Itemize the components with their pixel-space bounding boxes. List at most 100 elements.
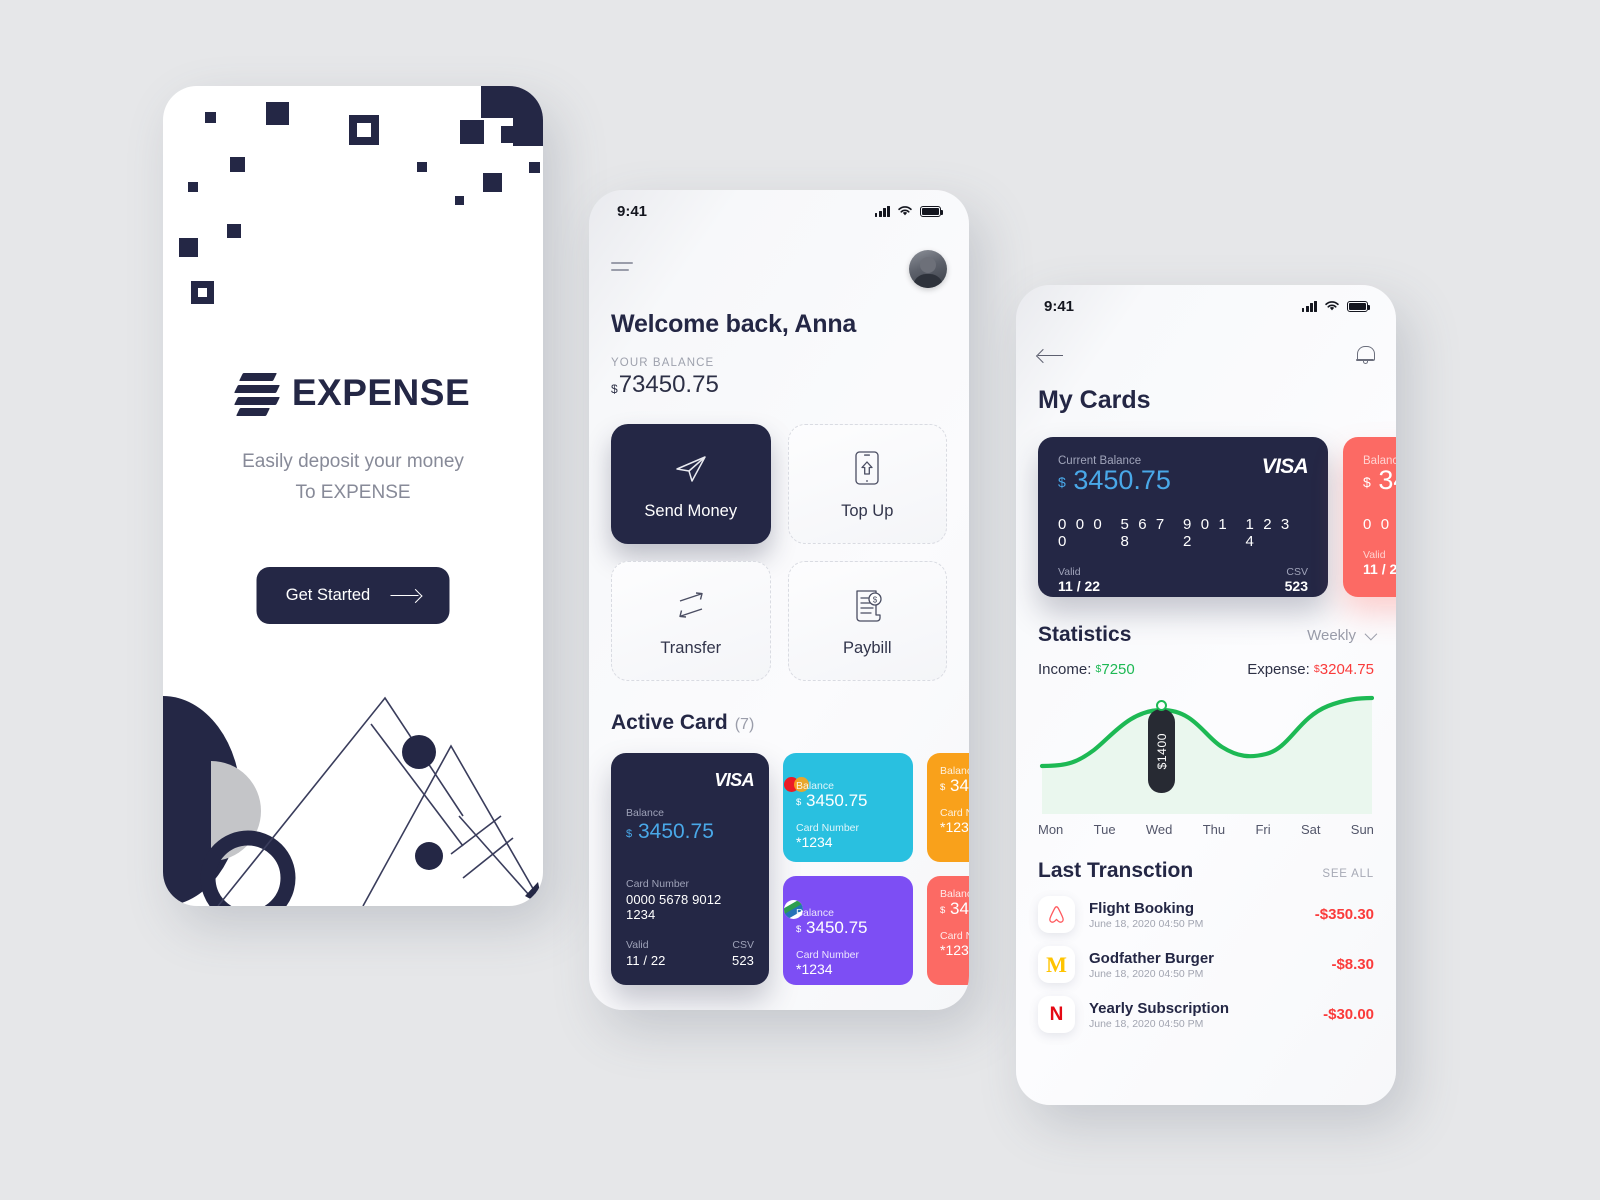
paybill-button[interactable]: $ Paybill [787, 561, 947, 681]
mini-card-number: *1234 [940, 942, 969, 958]
statistics-title: Statistics [1038, 623, 1132, 646]
cards-carousel[interactable]: VISA Balance $ 3450.75 Card Number 0000 … [611, 753, 969, 985]
transaction-row[interactable]: M Godfather Burger June 18, 2020 04:50 P… [1038, 946, 1374, 983]
status-time: 9:41 [1044, 297, 1075, 315]
decorative-mountains-graphic [163, 656, 543, 906]
x-tick: Sun [1350, 822, 1374, 837]
mini-card-balance-label: Balance [796, 907, 834, 919]
mini-card-balance-label: Balance [940, 888, 969, 900]
hamburger-icon[interactable] [611, 262, 633, 275]
mini-card-number: *1234 [940, 819, 969, 835]
status-bar: 9:41 [1016, 285, 1396, 327]
balance-label: YOUR BALANCE [611, 357, 715, 369]
transactions-header: Last Transction SEE ALL [1038, 859, 1374, 883]
battery-icon [920, 205, 944, 217]
mini-card-number-label: Card Number [940, 930, 969, 942]
mini-card-cyan[interactable]: Balance $ 3450.75 Card Number *1234 [783, 753, 913, 862]
x-tick: Fri [1255, 822, 1271, 837]
phone-upload-icon [855, 450, 879, 485]
transaction-name: Flight Booking [1089, 899, 1194, 917]
period-label: Weekly [1307, 626, 1356, 644]
transaction-amount: -$30.00 [1323, 1006, 1374, 1023]
statistics-header: Statistics Weekly [1038, 623, 1378, 647]
mini-card-balance: $ 3450.75 [940, 776, 969, 795]
mini-card-orange[interactable]: Balance $ 3450.75 Card Number *1234 [927, 753, 969, 862]
tagline-line-1: Easily deposit your money [242, 451, 464, 472]
card-number-group: 0 0 0 [1363, 516, 1396, 533]
top-up-button[interactable]: Top Up [787, 424, 947, 544]
expense-logo-icon [233, 370, 280, 416]
income-value: $7250 [1095, 661, 1135, 678]
brand-name: EXPENSE [291, 372, 471, 413]
my-cards-carousel[interactable]: Current Balance $ 3450.75 VISA 0 0 0 0 5… [1038, 437, 1396, 597]
primary-card[interactable]: VISA Balance $ 3450.75 Card Number 0000 … [611, 753, 769, 985]
onboarding-screen: EXPENSE Easily deposit your money To EXP… [163, 86, 543, 906]
statistics-chart[interactable]: $1400 [1038, 692, 1374, 814]
paybill-label: Paybill [842, 638, 892, 657]
see-all-link[interactable]: SEE ALL [1322, 868, 1374, 880]
send-money-button[interactable]: Send Money [611, 424, 771, 544]
mini-card-red[interactable]: Balance $ 3450.75 Card Number *1234 [927, 876, 969, 985]
arrow-left-icon[interactable] [1038, 349, 1064, 363]
home-screen: 9:41 Welcome back, Anna YOUR BALANCE $73… [589, 190, 969, 1010]
tagline: Easily deposit your money To EXPENSE [163, 446, 543, 509]
card-number-group: 0 0 0 0 [1058, 516, 1105, 550]
transfer-label: Transfer [660, 638, 722, 657]
arrow-right-icon [390, 590, 420, 602]
user-avatar[interactable] [909, 250, 947, 288]
mini-card-number-label: Card Number [796, 822, 860, 834]
x-tick: Thu [1202, 822, 1226, 837]
card-valid-label: Valid [1058, 566, 1081, 578]
screenshot-canvas: EXPENSE Easily deposit your money To EXP… [0, 0, 1600, 1200]
card-visa-dark[interactable]: Current Balance $ 3450.75 VISA 0 0 0 0 5… [1038, 437, 1328, 597]
mini-card-number: *1234 [796, 961, 833, 977]
transfer-button[interactable]: Transfer [611, 561, 771, 681]
mini-card-balance: $ 3450.75 [796, 791, 868, 810]
income-expense-row: Income: $7250 Expense: $3204.75 [1038, 661, 1374, 678]
card-number: 0 0 0 [1363, 516, 1396, 533]
period-select[interactable]: Weekly [1307, 626, 1378, 644]
card-valid: 11 / 22 [1058, 578, 1101, 594]
notification-bell-icon[interactable] [1356, 345, 1375, 366]
card-number-group: 5 6 7 8 [1120, 516, 1167, 550]
income-label: Income: [1038, 661, 1092, 678]
card-valid-label: Valid [1363, 549, 1386, 561]
netflix-icon: N [1038, 996, 1075, 1033]
cellular-signal-icon [874, 205, 890, 217]
my-cards-screen: 9:41 My Cards Current Balance $ 3450.75 … [1016, 285, 1396, 1105]
wifi-icon [1325, 301, 1339, 311]
card-balance: $ 34 [1363, 465, 1396, 495]
mini-card-number-label: Card Number [940, 807, 969, 819]
card-number-group: 9 0 1 2 [1183, 516, 1230, 550]
transaction-date: June 18, 2020 04:50 PM [1089, 917, 1204, 930]
status-time: 9:41 [617, 202, 648, 220]
active-card-title: Active Card [611, 711, 728, 734]
balance-amount: $73450.75 [611, 371, 947, 399]
card-number-group: 1 2 3 4 [1245, 516, 1292, 550]
status-bar: 9:41 [589, 190, 969, 232]
corner-blob-shape [481, 86, 543, 160]
exchange-arrows-icon [679, 591, 703, 618]
chart-highlight-point [1156, 700, 1167, 711]
x-tick: Wed [1145, 822, 1173, 837]
transaction-row[interactable]: Flight Booking June 18, 2020 04:50 PM -$… [1038, 896, 1374, 933]
active-card-header: Active Card (7) [611, 711, 947, 735]
balance-value: 73450.75 [618, 371, 719, 398]
mini-card-number: *1234 [796, 834, 833, 850]
primary-card-balance: $ 3450.75 [626, 820, 754, 844]
mini-card-balance: $ 3450.75 [940, 899, 969, 918]
mini-card-purple[interactable]: Balance $ 3450.75 Card Number *1234 [783, 876, 913, 985]
get-started-button[interactable]: Get Started [256, 567, 450, 624]
wifi-icon [898, 206, 912, 216]
invoice-dollar-icon: $ [856, 589, 882, 622]
active-card-count: (7) [734, 716, 755, 733]
primary-card-balance-value: 3450.75 [637, 820, 714, 843]
x-tick: Sat [1300, 822, 1321, 837]
page-title: My Cards [1038, 386, 1151, 414]
card-red-partial[interactable]: Balance $ 34 0 0 0 Valid 11 / 2 [1343, 437, 1396, 597]
mini-card-balance: $ 3450.75 [796, 918, 868, 937]
transaction-row[interactable]: N Yearly Subscription June 18, 2020 04:5… [1038, 996, 1374, 1033]
card-balance: $ 3450.75 [1058, 465, 1171, 495]
chevron-down-icon [1364, 627, 1378, 640]
expense-block: Expense: $3204.75 [1247, 661, 1374, 678]
